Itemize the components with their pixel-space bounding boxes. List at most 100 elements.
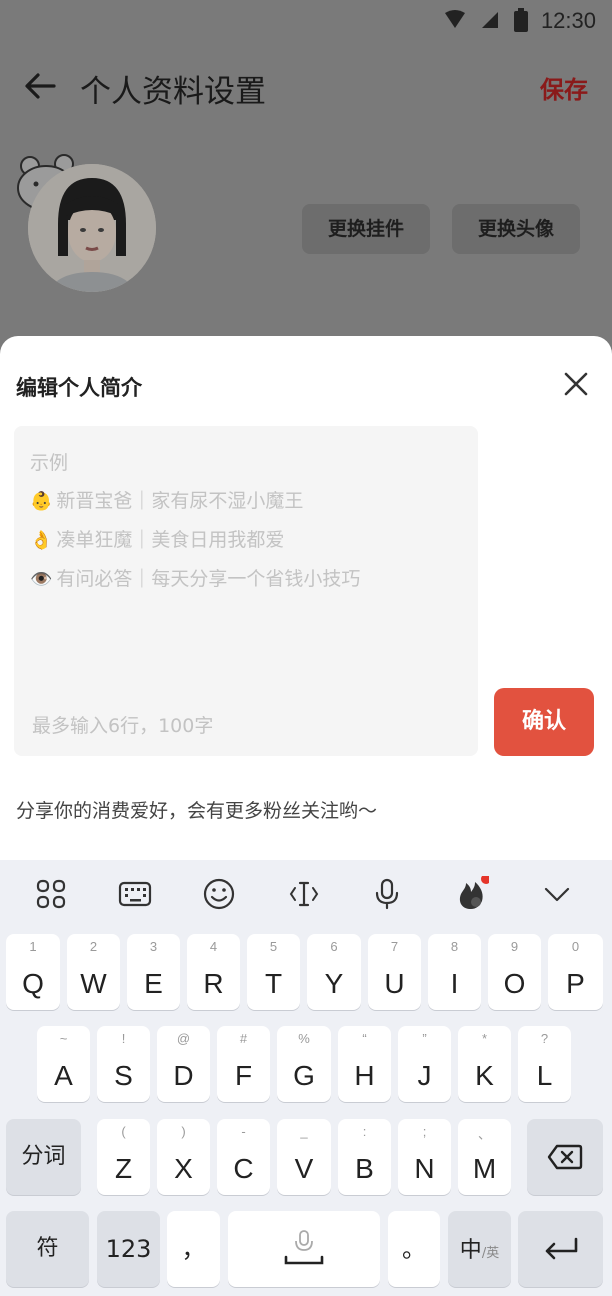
- key-r[interactable]: 4R: [187, 934, 240, 1010]
- comma-key[interactable]: ，: [167, 1211, 220, 1287]
- key-label: Q: [22, 968, 44, 999]
- key-label: ，: [181, 1235, 206, 1263]
- key-label: R: [203, 968, 224, 999]
- avatar-section[interactable]: [16, 150, 166, 300]
- key-s[interactable]: ! S: [97, 1026, 150, 1102]
- key-j[interactable]: ” J: [398, 1026, 451, 1102]
- input-limit-hint: 最多输入6行，100字: [32, 715, 214, 737]
- avatar[interactable]: [28, 164, 156, 292]
- key-f[interactable]: # F: [217, 1026, 270, 1102]
- emoji-icon[interactable]: [201, 876, 237, 912]
- keyboard-icon[interactable]: [117, 876, 153, 912]
- key-o[interactable]: 9O: [488, 934, 541, 1010]
- microphone-icon[interactable]: [369, 876, 405, 912]
- key-label: S: [114, 1060, 133, 1091]
- battery-icon: [514, 8, 528, 32]
- key-label: 123: [105, 1235, 152, 1263]
- key-z[interactable]: (Z: [97, 1119, 150, 1195]
- key-hint: *: [481, 1031, 488, 1046]
- close-icon[interactable]: [562, 370, 590, 398]
- numbers-key[interactable]: 123: [97, 1211, 160, 1287]
- enter-key[interactable]: [518, 1211, 603, 1287]
- save-button[interactable]: 保存: [540, 70, 588, 105]
- key-hint: ~: [59, 1031, 68, 1046]
- key-label: V: [294, 1153, 314, 1184]
- key-label: E: [144, 968, 163, 999]
- key-x[interactable]: ) X: [157, 1119, 210, 1195]
- key-hint: 5: [269, 939, 278, 954]
- key-n[interactable]: ; N: [398, 1119, 451, 1195]
- key-t[interactable]: 5T: [247, 934, 300, 1010]
- key-k[interactable]: * K: [458, 1026, 511, 1102]
- key-e[interactable]: 3E: [127, 934, 180, 1010]
- key-a[interactable]: ~ A: [37, 1026, 90, 1102]
- key-hint: 7: [390, 939, 399, 954]
- example-text: 新晋宝爸｜家有尿不湿小魔王: [56, 490, 304, 512]
- word-segment-key[interactable]: 分词: [6, 1119, 81, 1195]
- sheet-title: 编辑个人简介: [16, 376, 142, 400]
- key-i[interactable]: 8I: [428, 934, 481, 1010]
- apps-icon[interactable]: [33, 876, 69, 912]
- symbols-key[interactable]: 符: [6, 1211, 89, 1287]
- back-arrow-icon[interactable]: [22, 68, 58, 104]
- cursor-icon[interactable]: [286, 876, 322, 912]
- key-label: B: [355, 1153, 374, 1184]
- status-bar: 12:30: [0, 0, 612, 40]
- space-key[interactable]: [228, 1211, 380, 1287]
- key-label: O: [503, 968, 526, 999]
- key-p[interactable]: 0P: [548, 934, 603, 1010]
- key-c[interactable]: -C: [217, 1119, 270, 1195]
- period-key[interactable]: 。: [388, 1211, 440, 1287]
- change-widget-button[interactable]: 更换挂件: [302, 204, 430, 254]
- page-title: 个人资料设置: [80, 74, 266, 110]
- bio-textarea[interactable]: 示例 👶 新晋宝爸｜家有尿不湿小魔王 👌 凑单狂魔｜美食日用我都爱 👁️ 有问必答｜每…: [14, 426, 478, 756]
- key-q[interactable]: 1Q: [6, 934, 60, 1010]
- backspace-key[interactable]: [527, 1119, 603, 1195]
- keyboard-toolbar: [0, 860, 612, 928]
- app-header: 个人资料设置 保存: [0, 50, 612, 120]
- key-w[interactable]: 2W: [67, 934, 120, 1010]
- cellular-signal-icon: [482, 12, 498, 28]
- key-hint: 6: [330, 939, 338, 954]
- example-heading: 示例: [30, 452, 69, 474]
- key-b[interactable]: :B: [338, 1119, 391, 1195]
- key-label: Z: [114, 1153, 133, 1184]
- key-hint: 、: [477, 1127, 491, 1142]
- key-g[interactable]: % G: [277, 1026, 331, 1102]
- key-m[interactable]: 、 M: [458, 1119, 511, 1195]
- avatar-portrait-icon: [28, 164, 156, 292]
- lang-main: 中: [459, 1238, 482, 1263]
- key-hint: 8: [450, 939, 459, 954]
- key-u[interactable]: 7U: [368, 934, 421, 1010]
- profile-settings-screen: 12:30 个人资料设置 保存 更换挂件 更换头像: [0, 0, 612, 360]
- language-toggle-key[interactable]: 中/英: [448, 1211, 511, 1287]
- key-label: J: [417, 1060, 432, 1091]
- key-hint: @: [176, 1031, 191, 1046]
- key-label: G: [293, 1060, 315, 1091]
- enter-icon: [545, 1237, 578, 1260]
- change-avatar-button[interactable]: 更换头像: [452, 204, 580, 254]
- key-hint: #: [239, 1031, 248, 1046]
- key-h[interactable]: “H: [338, 1026, 391, 1102]
- key-hint: 9: [510, 939, 519, 954]
- key-hint: 4: [209, 939, 218, 954]
- key-label: C: [233, 1153, 254, 1184]
- key-hint: ;: [422, 1124, 427, 1139]
- key-hint: 1: [29, 939, 37, 954]
- chevron-down-icon[interactable]: [539, 876, 575, 912]
- example-line: 👁️ 有问必答｜每天分享一个省钱小技巧: [30, 560, 462, 599]
- key-label: Y: [324, 968, 344, 999]
- key-y[interactable]: 6Y: [307, 934, 361, 1010]
- confirm-button[interactable]: 确认: [494, 688, 594, 756]
- key-l[interactable]: ? L: [518, 1026, 571, 1102]
- key-label: X: [174, 1153, 193, 1184]
- key-v[interactable]: _ V: [277, 1119, 331, 1195]
- key-label: U: [384, 968, 405, 999]
- key-label: T: [264, 968, 283, 999]
- lang-sub: /英: [481, 1246, 500, 1261]
- key-hint: ?: [540, 1031, 549, 1046]
- key-label: A: [54, 1060, 73, 1091]
- key-hint: 2: [89, 939, 98, 954]
- fire-icon[interactable]: [453, 876, 489, 912]
- key-d[interactable]: @ D: [157, 1026, 210, 1102]
